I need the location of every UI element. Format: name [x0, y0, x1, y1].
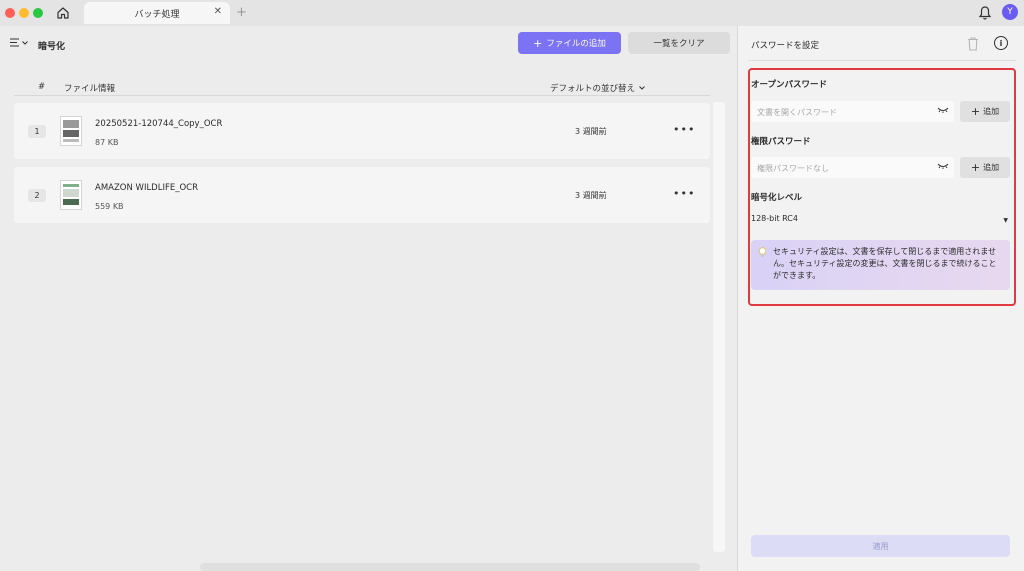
file-row[interactable]: 1 20250521-120744_Copy_OCR 87 KB 3 週間前 •… [14, 103, 710, 159]
file-row[interactable]: 2 AMAZON WILDLIFE_OCR 559 KB 3 週間前 ••• [14, 167, 710, 223]
title-bar: バッチ処理 ✕ + Y [0, 0, 1024, 26]
file-thumbnail [60, 116, 82, 146]
file-time: 3 週間前 [575, 191, 607, 200]
tab-batch[interactable]: バッチ処理 ✕ [84, 2, 230, 24]
chevron-down-icon [639, 86, 645, 90]
close-window-button[interactable] [5, 8, 15, 18]
row-index: 1 [28, 125, 46, 138]
lightbulb-icon [758, 247, 767, 257]
maximize-window-button[interactable] [33, 8, 43, 18]
file-name: AMAZON WILDLIFE_OCR [95, 183, 199, 193]
list-menu-icon [10, 38, 19, 47]
minimize-window-button[interactable] [19, 8, 29, 18]
add-file-label: ファイルの追加 [546, 39, 606, 49]
column-number: # [38, 82, 46, 92]
security-notice: セキュリティ設定は、文書を保存して閉じるまで適用されません。セキュリティ設定の変… [751, 240, 1010, 290]
caret-down-icon: ▼ [1003, 217, 1008, 224]
permission-password-field[interactable]: 権限パスワードなし [751, 157, 954, 178]
trash-icon[interactable] [966, 36, 980, 52]
clear-list-button[interactable]: 一覧をクリア [628, 32, 730, 54]
close-icon[interactable]: ✕ [214, 6, 222, 17]
permission-password-label: 権限パスワード [751, 137, 811, 147]
plus-icon: + [970, 161, 981, 174]
file-size: 559 KB [95, 202, 124, 211]
file-size: 87 KB [95, 138, 119, 147]
more-icon[interactable]: ••• [673, 187, 695, 200]
more-icon[interactable]: ••• [673, 123, 695, 136]
info-icon[interactable]: i [994, 36, 1008, 50]
add-label: 追加 [983, 107, 1000, 116]
page-title: 暗号化 [38, 42, 66, 52]
open-password-field[interactable]: 文書を開くパスワード [751, 101, 954, 122]
panel-title: パスワードを設定 [751, 41, 820, 51]
open-password-label: オープンパスワード [751, 80, 827, 90]
password-panel: パスワードを設定 i オープンパスワード 文書を開くパスワード + 追加 権限パ… [737, 26, 1024, 571]
sort-dropdown[interactable]: デフォルトの並び替え [550, 82, 645, 94]
file-time: 3 週間前 [575, 127, 607, 136]
column-file-info: ファイル情報 [64, 84, 116, 94]
add-tab-icon[interactable]: + [236, 5, 247, 20]
row-index: 2 [28, 189, 46, 202]
notice-text: セキュリティ設定は、文書を保存して閉じるまで適用されません。セキュリティ設定の変… [773, 247, 997, 280]
sort-label: デフォルトの並び替え [550, 84, 636, 94]
encryption-level-value: 128-bit RC4 [751, 214, 798, 223]
file-thumbnail [60, 180, 82, 210]
add-open-password-button[interactable]: + 追加 [960, 101, 1010, 122]
add-permission-password-button[interactable]: + 追加 [960, 157, 1010, 178]
permission-password-placeholder: 権限パスワードなし [757, 164, 829, 173]
file-name: 20250521-120744_Copy_OCR [95, 119, 223, 129]
list-header: # ファイル情報 デフォルトの並び替え [14, 76, 710, 96]
encryption-level-label: 暗号化レベル [751, 193, 803, 203]
menu-toggle[interactable] [10, 38, 28, 47]
add-file-button[interactable]: + ファイルの追加 [518, 32, 621, 54]
scrollbar[interactable] [713, 102, 725, 552]
plus-icon: + [533, 36, 543, 50]
main-panel: 暗号化 + ファイルの追加 一覧をクリア # ファイル情報 デフォルトの並び替え… [0, 26, 736, 571]
tab-title: バッチ処理 [134, 9, 180, 20]
bell-icon[interactable] [978, 5, 992, 21]
chevron-down-icon [22, 40, 28, 45]
divider [748, 60, 1016, 61]
avatar[interactable]: Y [1002, 4, 1018, 20]
open-password-placeholder: 文書を開くパスワード [757, 108, 837, 117]
add-label: 追加 [983, 163, 1000, 172]
horizontal-scrollbar[interactable] [200, 563, 700, 571]
encryption-level-select[interactable]: 128-bit RC4 ▼ [751, 214, 1010, 232]
apply-button[interactable]: 適用 [751, 535, 1010, 557]
eye-closed-icon [937, 107, 949, 113]
home-icon[interactable] [53, 4, 73, 22]
eye-closed-icon [937, 163, 949, 169]
plus-icon: + [970, 105, 981, 118]
